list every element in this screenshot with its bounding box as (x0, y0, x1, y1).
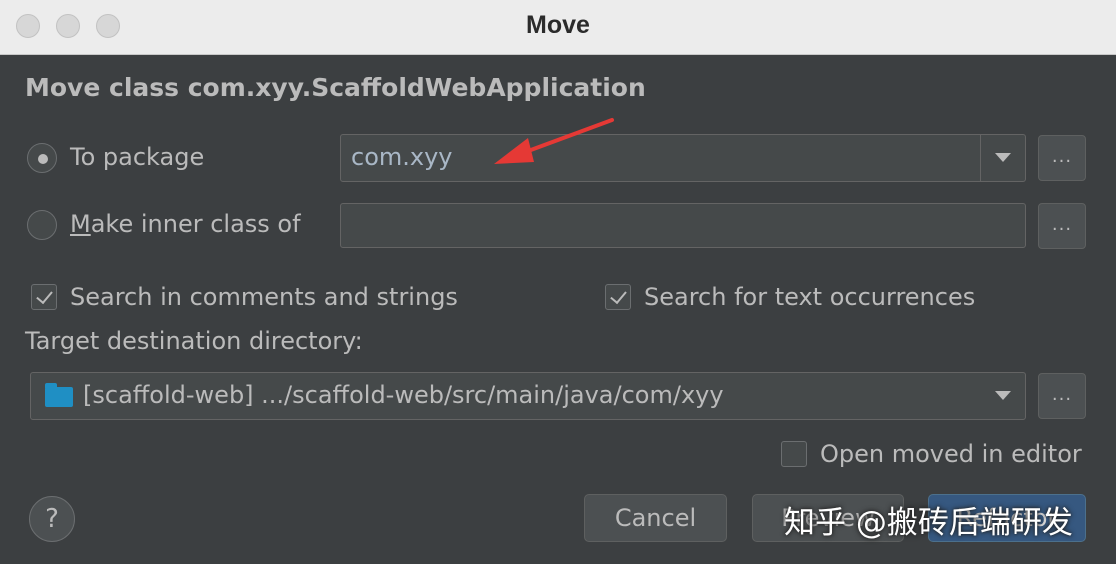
window-titlebar: Move (0, 0, 1116, 55)
check-icon (36, 286, 53, 305)
to-package-label: To package (70, 143, 205, 171)
open-in-editor-checkbox[interactable] (781, 441, 807, 467)
target-dir-dropdown-button[interactable] (981, 373, 1025, 419)
browse-package-button[interactable]: ... (1038, 135, 1086, 181)
browse-inner-class-button[interactable]: ... (1038, 203, 1086, 249)
package-dropdown-button[interactable] (980, 135, 1025, 181)
chevron-down-icon (995, 391, 1011, 400)
annotation-arrow-icon (494, 118, 614, 164)
watermark-text: 知乎 @搬砖后端研发 (784, 505, 1073, 541)
target-dir-combobox[interactable]: [scaffold-web] .../scaffold-web/src/main… (30, 372, 1026, 420)
cancel-button[interactable]: Cancel (584, 494, 727, 542)
search-comments-label: Search in comments and strings (70, 283, 458, 311)
package-combobox[interactable]: com.xyy (340, 134, 1026, 182)
target-dir-value: [scaffold-web] .../scaffold-web/src/main… (83, 381, 724, 409)
inner-class-label-rest: ake inner class of (90, 210, 301, 238)
check-icon (610, 286, 627, 305)
package-value: com.xyy (351, 143, 453, 171)
help-button[interactable]: ? (29, 496, 75, 542)
window-title: Move (526, 11, 590, 39)
inner-class-field[interactable] (340, 203, 1026, 248)
inner-class-label: Make inner class of (70, 210, 301, 238)
search-text-label: Search for text occurrences (644, 283, 976, 311)
search-comments-checkbox[interactable] (31, 284, 57, 310)
dialog-heading: Move class com.xyy.ScaffoldWebApplicatio… (25, 73, 646, 102)
open-in-editor-label: Open moved in editor (820, 440, 1082, 468)
folder-icon (45, 383, 73, 407)
radio-selected-dot (38, 154, 48, 164)
chevron-down-icon (995, 153, 1011, 162)
target-dir-label: Target destination directory: (25, 327, 363, 355)
to-package-radio[interactable] (27, 143, 57, 173)
browse-target-dir-button[interactable]: ... (1038, 373, 1086, 419)
inner-class-radio[interactable] (27, 210, 57, 240)
search-text-checkbox[interactable] (605, 284, 631, 310)
inner-class-mnemonic: M (70, 210, 91, 238)
